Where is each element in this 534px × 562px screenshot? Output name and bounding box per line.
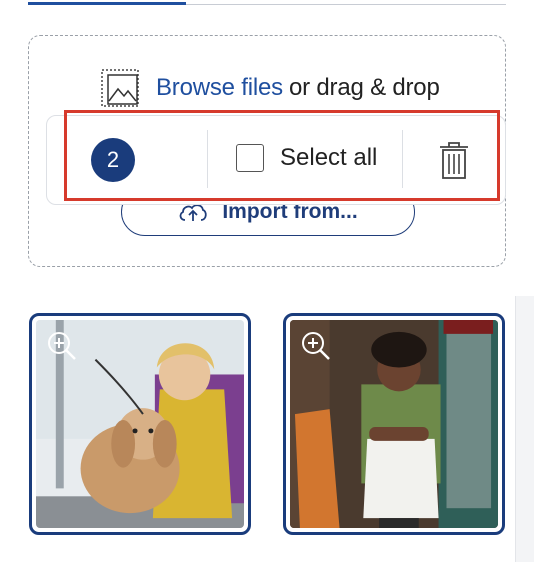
active-tab-indicator [28,2,186,5]
toolbar-divider [207,130,208,188]
zoom-in-icon[interactable] [46,330,78,362]
select-all-label: Select all [280,144,378,171]
zoom-in-icon[interactable] [300,330,332,362]
image-thumbnail[interactable] [29,313,251,535]
toolbar-divider [402,130,403,188]
tab-underline [28,0,506,6]
selected-count-badge: 2 [91,138,135,182]
image-thumbnail[interactable] [283,313,505,535]
tab-divider [186,4,506,5]
select-all-checkbox[interactable] [236,144,264,172]
browse-row: Browse files or drag & drop [101,68,440,108]
browse-files-link[interactable]: Browse files [156,74,283,102]
scrollbar[interactable] [515,296,534,562]
select-all-control[interactable]: Select all [236,144,377,172]
image-icon [101,69,139,107]
trash-icon[interactable] [438,140,470,180]
drag-drop-text: or drag & drop [288,74,440,101]
